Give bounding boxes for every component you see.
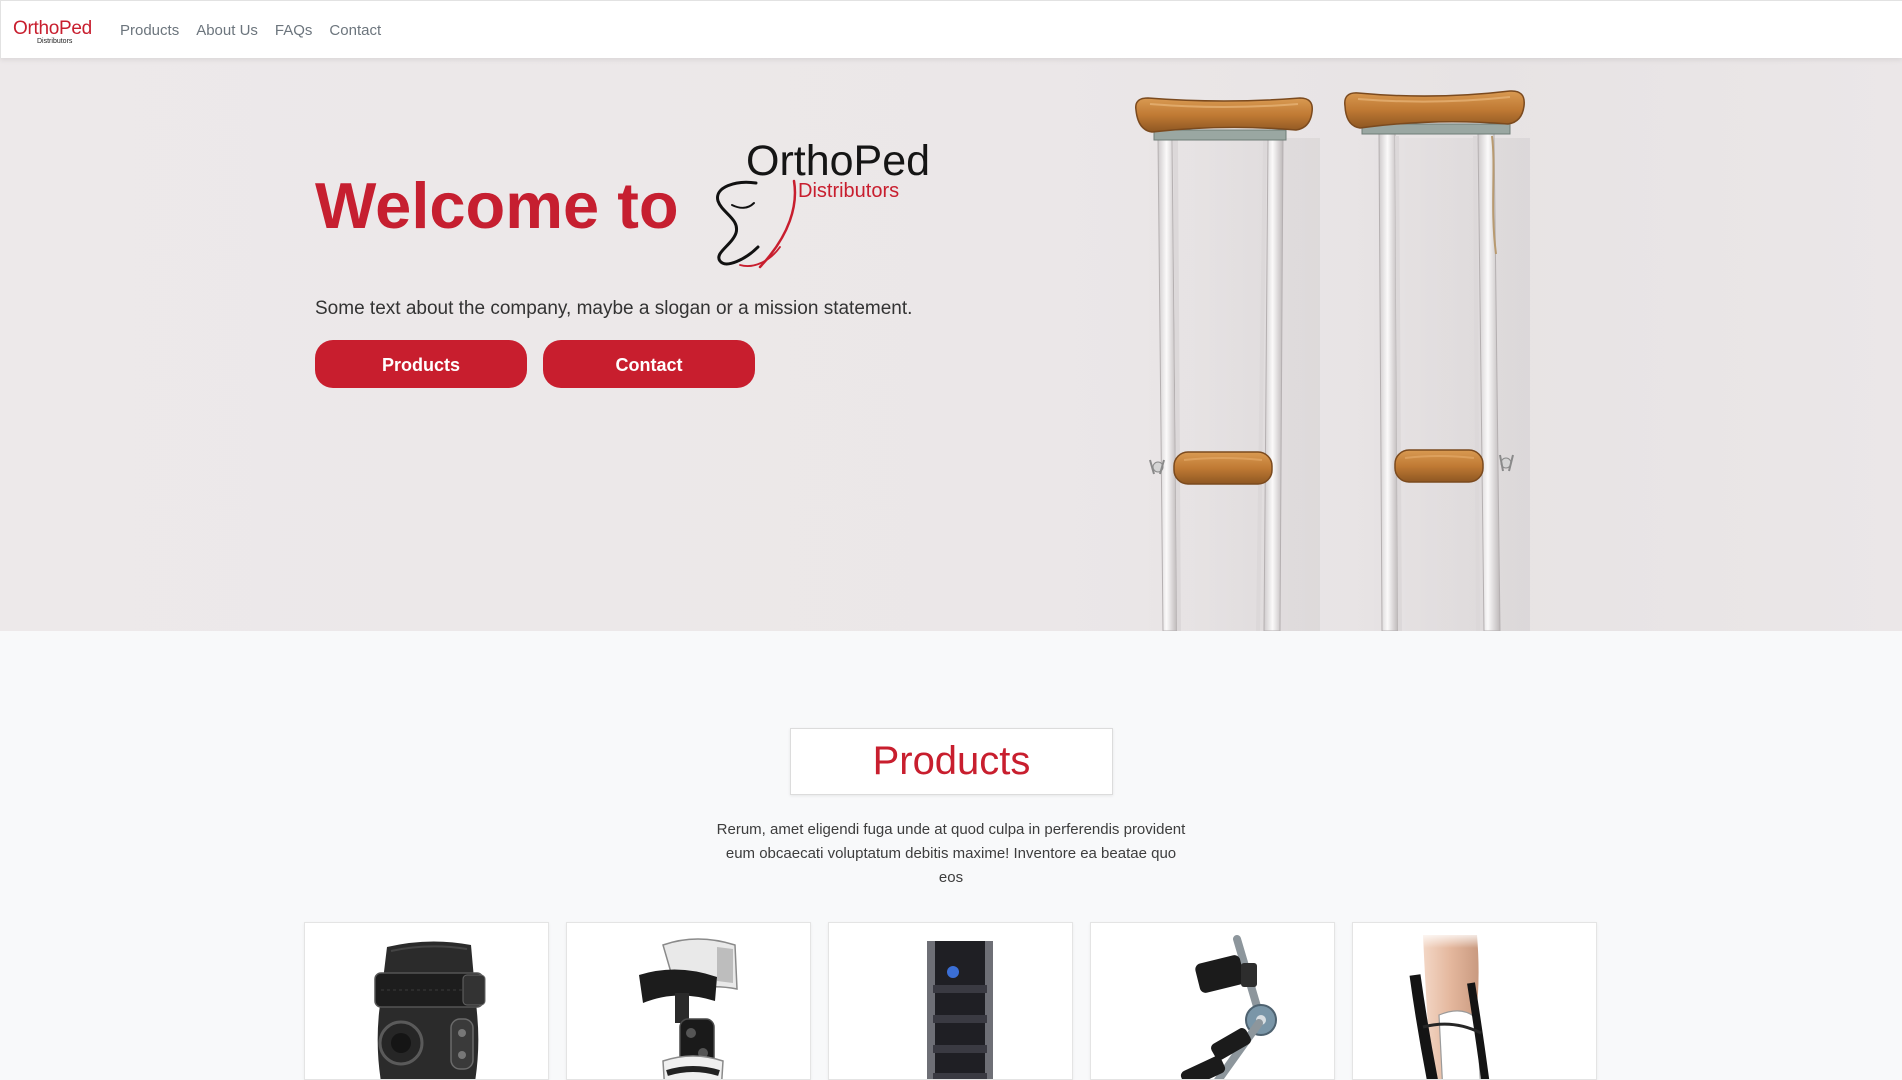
hero-heading: Welcome to bbox=[315, 169, 679, 242]
product-card-hinged-leg-brace[interactable] bbox=[1090, 922, 1335, 1080]
hinged-leg-brace-image bbox=[1180, 935, 1277, 1079]
nav-link-faqs[interactable]: FAQs bbox=[275, 22, 313, 39]
product-card-hinged-knee-brace[interactable] bbox=[566, 922, 811, 1080]
products-description-line: Rerum, amet eligendi fuga unde at quod c… bbox=[716, 821, 1186, 838]
walking-boot-image bbox=[927, 941, 993, 1079]
brand-logo[interactable]: OrthoPed Distributors bbox=[13, 1, 103, 59]
hero-banner: Welcome to OrthoPed Distributors Some te… bbox=[0, 58, 1902, 631]
nav-links: Products About Us FAQs Contact bbox=[120, 1, 381, 59]
products-description-line: eos bbox=[938, 869, 964, 886]
hero-logo-name: OrthoPed bbox=[746, 137, 931, 185]
products-description: Rerum, amet eligendi fuga unde at quod c… bbox=[601, 818, 1301, 890]
products-title-box: Products bbox=[790, 728, 1113, 795]
crutches-image bbox=[1135, 90, 1530, 631]
nav-link-about-us[interactable]: About Us bbox=[196, 22, 258, 39]
ankle-foot-orthosis-image bbox=[1409, 933, 1490, 1079]
product-cards bbox=[304, 922, 1597, 1080]
navbar: OrthoPed Distributors Products About Us … bbox=[0, 0, 1902, 58]
hero-contact-button[interactable]: Contact bbox=[543, 340, 755, 388]
hero-tagline: Some text about the company, maybe a slo… bbox=[315, 298, 913, 319]
products-section: Products Rerum, amet eligendi fuga unde … bbox=[0, 631, 1902, 1080]
nav-link-products[interactable]: Products bbox=[120, 22, 179, 39]
products-description-line: eum obcaecati voluptatum debitis maxime!… bbox=[725, 845, 1177, 862]
products-title: Products bbox=[872, 739, 1031, 783]
hero-products-button[interactable]: Products bbox=[315, 340, 527, 388]
product-card-knee-brace[interactable] bbox=[304, 922, 549, 1080]
product-card-ankle-foot-orthosis[interactable] bbox=[1352, 922, 1597, 1080]
knee-brace-image bbox=[374, 941, 486, 1079]
brand-logo-name: OrthoPed bbox=[13, 18, 92, 39]
hinged-knee-brace-image bbox=[639, 938, 738, 1079]
hero-logo: OrthoPed Distributors bbox=[710, 137, 936, 275]
product-card-walking-boot[interactable] bbox=[828, 922, 1073, 1080]
brand-logo-subtitle: Distributors bbox=[37, 38, 73, 45]
hero-logo-subtitle: Distributors bbox=[798, 180, 900, 202]
nav-link-contact[interactable]: Contact bbox=[329, 22, 381, 39]
